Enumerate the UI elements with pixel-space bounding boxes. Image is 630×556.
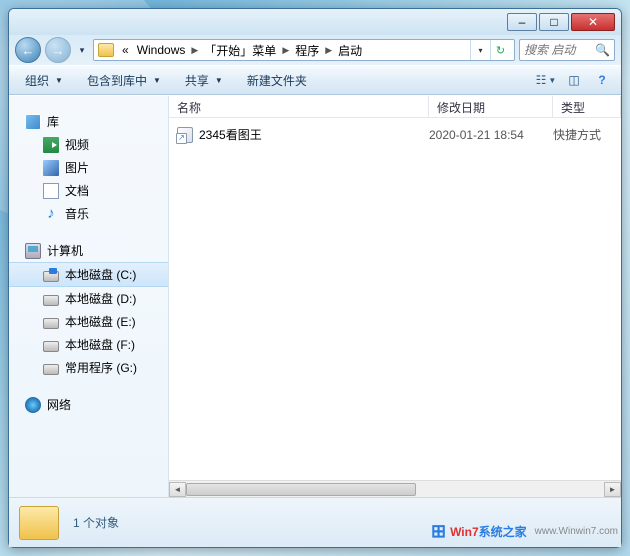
close-button[interactable]: ✕ [571,13,615,31]
navigation-pane[interactable]: 库 视频 图片 文档 音乐 计算机 本地磁盘 (C:) 本地磁盘 (D:) 本地… [9,96,169,497]
library-icon [25,114,41,130]
breadcrumb-item[interactable]: 程序 [291,42,323,59]
back-button[interactable]: ← [15,37,41,63]
chevron-right-icon: ▶ [189,45,200,56]
organize-menu[interactable]: 组织▼ [17,69,73,92]
scroll-left-button[interactable]: ◄ [169,482,186,497]
view-options-button[interactable]: ☷▼ [535,69,557,91]
new-folder-button[interactable]: 新建文件夹 [239,69,317,92]
help-button[interactable]: ? [591,69,613,91]
network-icon [25,397,41,413]
column-header-name[interactable]: 名称 [169,96,429,117]
file-date: 2020-01-21 18:54 [429,128,553,142]
music-icon [43,206,59,222]
chevron-right-icon: ▶ [323,45,334,56]
sidebar-item-disk-g[interactable]: 常用程序 (G:) [9,356,168,379]
breadcrumb-item[interactable]: Windows [133,43,190,57]
column-header-type[interactable]: 类型 [553,96,621,117]
refresh-button[interactable]: ↻ [490,39,510,61]
disk-icon [43,271,59,282]
sidebar-item-videos[interactable]: 视频 [9,133,168,156]
include-in-library-menu[interactable]: 包含到库中▼ [79,69,171,92]
sidebar-item-documents[interactable]: 文档 [9,179,168,202]
watermark: ⊞ Win7系统之家 www.Winwin7.com [431,521,618,542]
maximize-button[interactable]: □ [539,13,569,31]
nav-history-dropdown[interactable]: ▾ [75,40,89,60]
file-name: 2345看图王 [199,126,262,143]
disk-icon [43,341,59,352]
forward-button[interactable]: → [45,37,71,63]
disk-icon [43,295,59,306]
scroll-right-button[interactable]: ► [604,482,621,497]
file-list[interactable]: 2345看图王 2020-01-21 18:54 快捷方式 [169,118,621,480]
titlebar[interactable]: – □ ✕ [9,9,621,35]
breadcrumb-item[interactable]: 「开始」菜单 [200,42,280,59]
sidebar-item-disk-d[interactable]: 本地磁盘 (D:) [9,287,168,310]
search-input[interactable] [524,43,591,57]
disk-icon [43,318,59,329]
scrollbar-track[interactable] [186,482,604,497]
column-headers: 名称 修改日期 类型 [169,96,621,118]
folder-icon [98,43,114,57]
sidebar-item-pictures[interactable]: 图片 [9,156,168,179]
breadcrumb-item[interactable]: 启动 [334,42,366,59]
share-menu[interactable]: 共享▼ [177,69,233,92]
column-header-date[interactable]: 修改日期 [429,96,553,117]
computer-node[interactable]: 计算机 [9,239,168,262]
breadcrumb-overflow[interactable]: « [118,43,133,57]
computer-icon [25,243,41,259]
video-icon [43,137,59,153]
chevron-right-icon: ▶ [280,45,291,56]
sidebar-item-disk-e[interactable]: 本地磁盘 (E:) [9,310,168,333]
libraries-node[interactable]: 库 [9,110,168,133]
folder-icon [19,506,59,540]
breadcrumb[interactable]: « Windows ▶ 「开始」菜单 ▶ 程序 ▶ 启动 ▾ ↻ [93,39,515,61]
command-bar: 组织▼ 包含到库中▼ 共享▼ 新建文件夹 ☷▼ ◫ ? [9,65,621,95]
search-icon[interactable]: 🔍 [595,43,610,57]
scrollbar-thumb[interactable] [186,483,416,496]
windows-logo-icon: ⊞ [431,521,446,542]
search-box[interactable]: 🔍 [519,39,615,61]
sidebar-item-disk-c[interactable]: 本地磁盘 (C:) [9,262,168,287]
horizontal-scrollbar[interactable]: ◄ ► [169,480,621,497]
address-bar: ← → ▾ « Windows ▶ 「开始」菜单 ▶ 程序 ▶ 启动 ▾ ↻ 🔍 [9,35,621,65]
file-type: 快捷方式 [553,126,621,143]
shortcut-icon [177,127,193,143]
sidebar-item-disk-f[interactable]: 本地磁盘 (F:) [9,333,168,356]
minimize-button[interactable]: – [507,13,537,31]
file-row[interactable]: 2345看图王 2020-01-21 18:54 快捷方式 [169,124,621,145]
picture-icon [43,160,59,176]
item-count-label: 1 个对象 [73,514,119,531]
explorer-window: – □ ✕ ← → ▾ « Windows ▶ 「开始」菜单 ▶ 程序 ▶ 启动… [8,8,622,548]
sidebar-item-music[interactable]: 音乐 [9,202,168,225]
breadcrumb-dropdown[interactable]: ▾ [470,39,490,61]
file-list-pane: 名称 修改日期 类型 2345看图王 2020-01-21 18:54 快捷方式… [169,96,621,497]
disk-icon [43,364,59,375]
document-icon [43,183,59,199]
network-node[interactable]: 网络 [9,393,168,416]
preview-pane-button[interactable]: ◫ [563,69,585,91]
